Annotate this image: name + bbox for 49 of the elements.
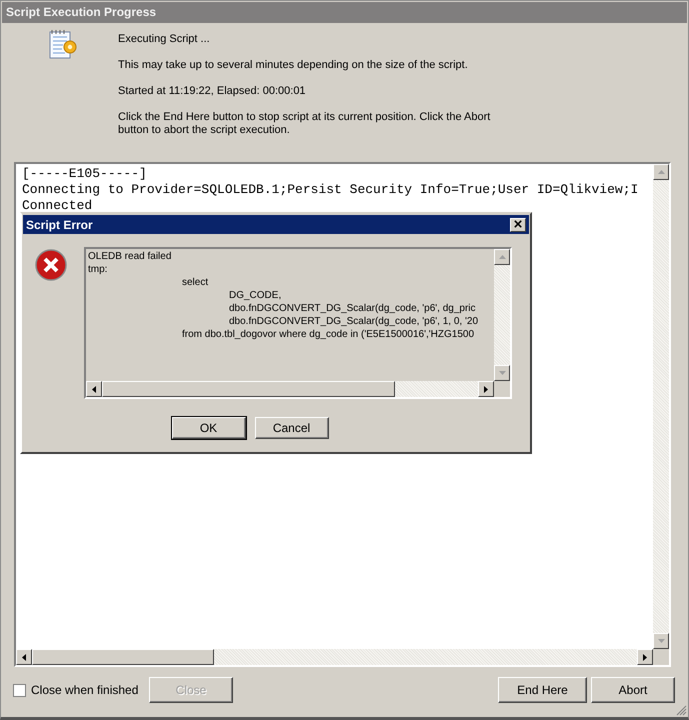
- scrollbar[interactable]: [86, 381, 494, 397]
- down-arrow-icon: [498, 371, 506, 375]
- button[interactable]: End Here: [498, 677, 587, 703]
- dialog-title: Script Error: [26, 218, 93, 232]
- down-arrow-icon: [658, 639, 664, 643]
- left-arrow-icon: [22, 654, 26, 660]
- scroll-up-button[interactable]: [653, 164, 669, 180]
- scroll-left-button[interactable]: [86, 381, 102, 397]
- scroll-right-button[interactable]: [637, 649, 653, 665]
- log-line: [-----E105-----]: [22, 166, 148, 182]
- button[interactable]: Cancel: [254, 417, 328, 439]
- message-line: dbo.fnDGCONVERT_DG_Scalar(dg_code, 'p6', dg_pric: [228, 302, 477, 315]
- scrollbar-corner: [653, 649, 669, 665]
- scroll-up-button[interactable]: [494, 249, 510, 265]
- message-line: from dbo.tbl_dogovor where dg_code in ('E5E1500016','HZG1500: [181, 328, 476, 341]
- log-line: Connecting to Provider=SQLOLEDB.1;Persist Security Info=True;User ID=Qlikview;I: [22, 182, 640, 198]
- scroll-thumb[interactable]: [102, 381, 396, 397]
- checkbox-label: Close when finished: [31, 683, 138, 697]
- scrollbar[interactable]: [16, 649, 653, 665]
- up-arrow-icon: [498, 255, 506, 259]
- script-gear-icon: [48, 29, 78, 61]
- up-arrow-icon: [658, 170, 664, 174]
- scroll-thumb[interactable]: [32, 649, 214, 665]
- scroll-down-button[interactable]: [653, 633, 669, 649]
- error-icon: [35, 249, 67, 281]
- scroll-right-button[interactable]: [478, 381, 494, 397]
- left-arrow-icon: [92, 386, 96, 392]
- message-line: select: [181, 276, 210, 289]
- window-title: Script Execution Progress: [2, 2, 687, 23]
- right-arrow-icon: [484, 386, 488, 392]
- status-text: Executing Script ...: [118, 33, 211, 46]
- scroll-down-button[interactable]: [494, 365, 510, 381]
- status-text: Started at 11:19:22, Elapsed: 00:00:01: [118, 85, 307, 98]
- checkbox[interactable]: [13, 684, 26, 696]
- message-line: DG_CODE,: [228, 289, 282, 302]
- resize-grip-icon[interactable]: [676, 705, 687, 716]
- right-arrow-icon: [643, 654, 647, 660]
- message-line: dbo.fnDGCONVERT_DG_Scalar(dg_code, 'p6', 1, 0, '20: [228, 315, 480, 328]
- message-line: tmp:: [88, 263, 108, 276]
- log-line: Connected: [22, 198, 94, 214]
- scrollbar[interactable]: [494, 249, 510, 381]
- message-line: OLEDB read failed: [88, 250, 172, 263]
- button[interactable]: Abort: [591, 677, 675, 703]
- scroll-left-button[interactable]: [16, 649, 32, 665]
- button[interactable]: OK: [172, 417, 246, 439]
- scrollbar[interactable]: [653, 164, 669, 649]
- status-text: Click the End Here button to stop script at its current position. Click the Abort button to abort the script execution.: [118, 111, 492, 137]
- status-text: This may take up to several minutes depending on the size of the script.: [118, 59, 469, 72]
- close-button[interactable]: ×: [510, 218, 526, 232]
